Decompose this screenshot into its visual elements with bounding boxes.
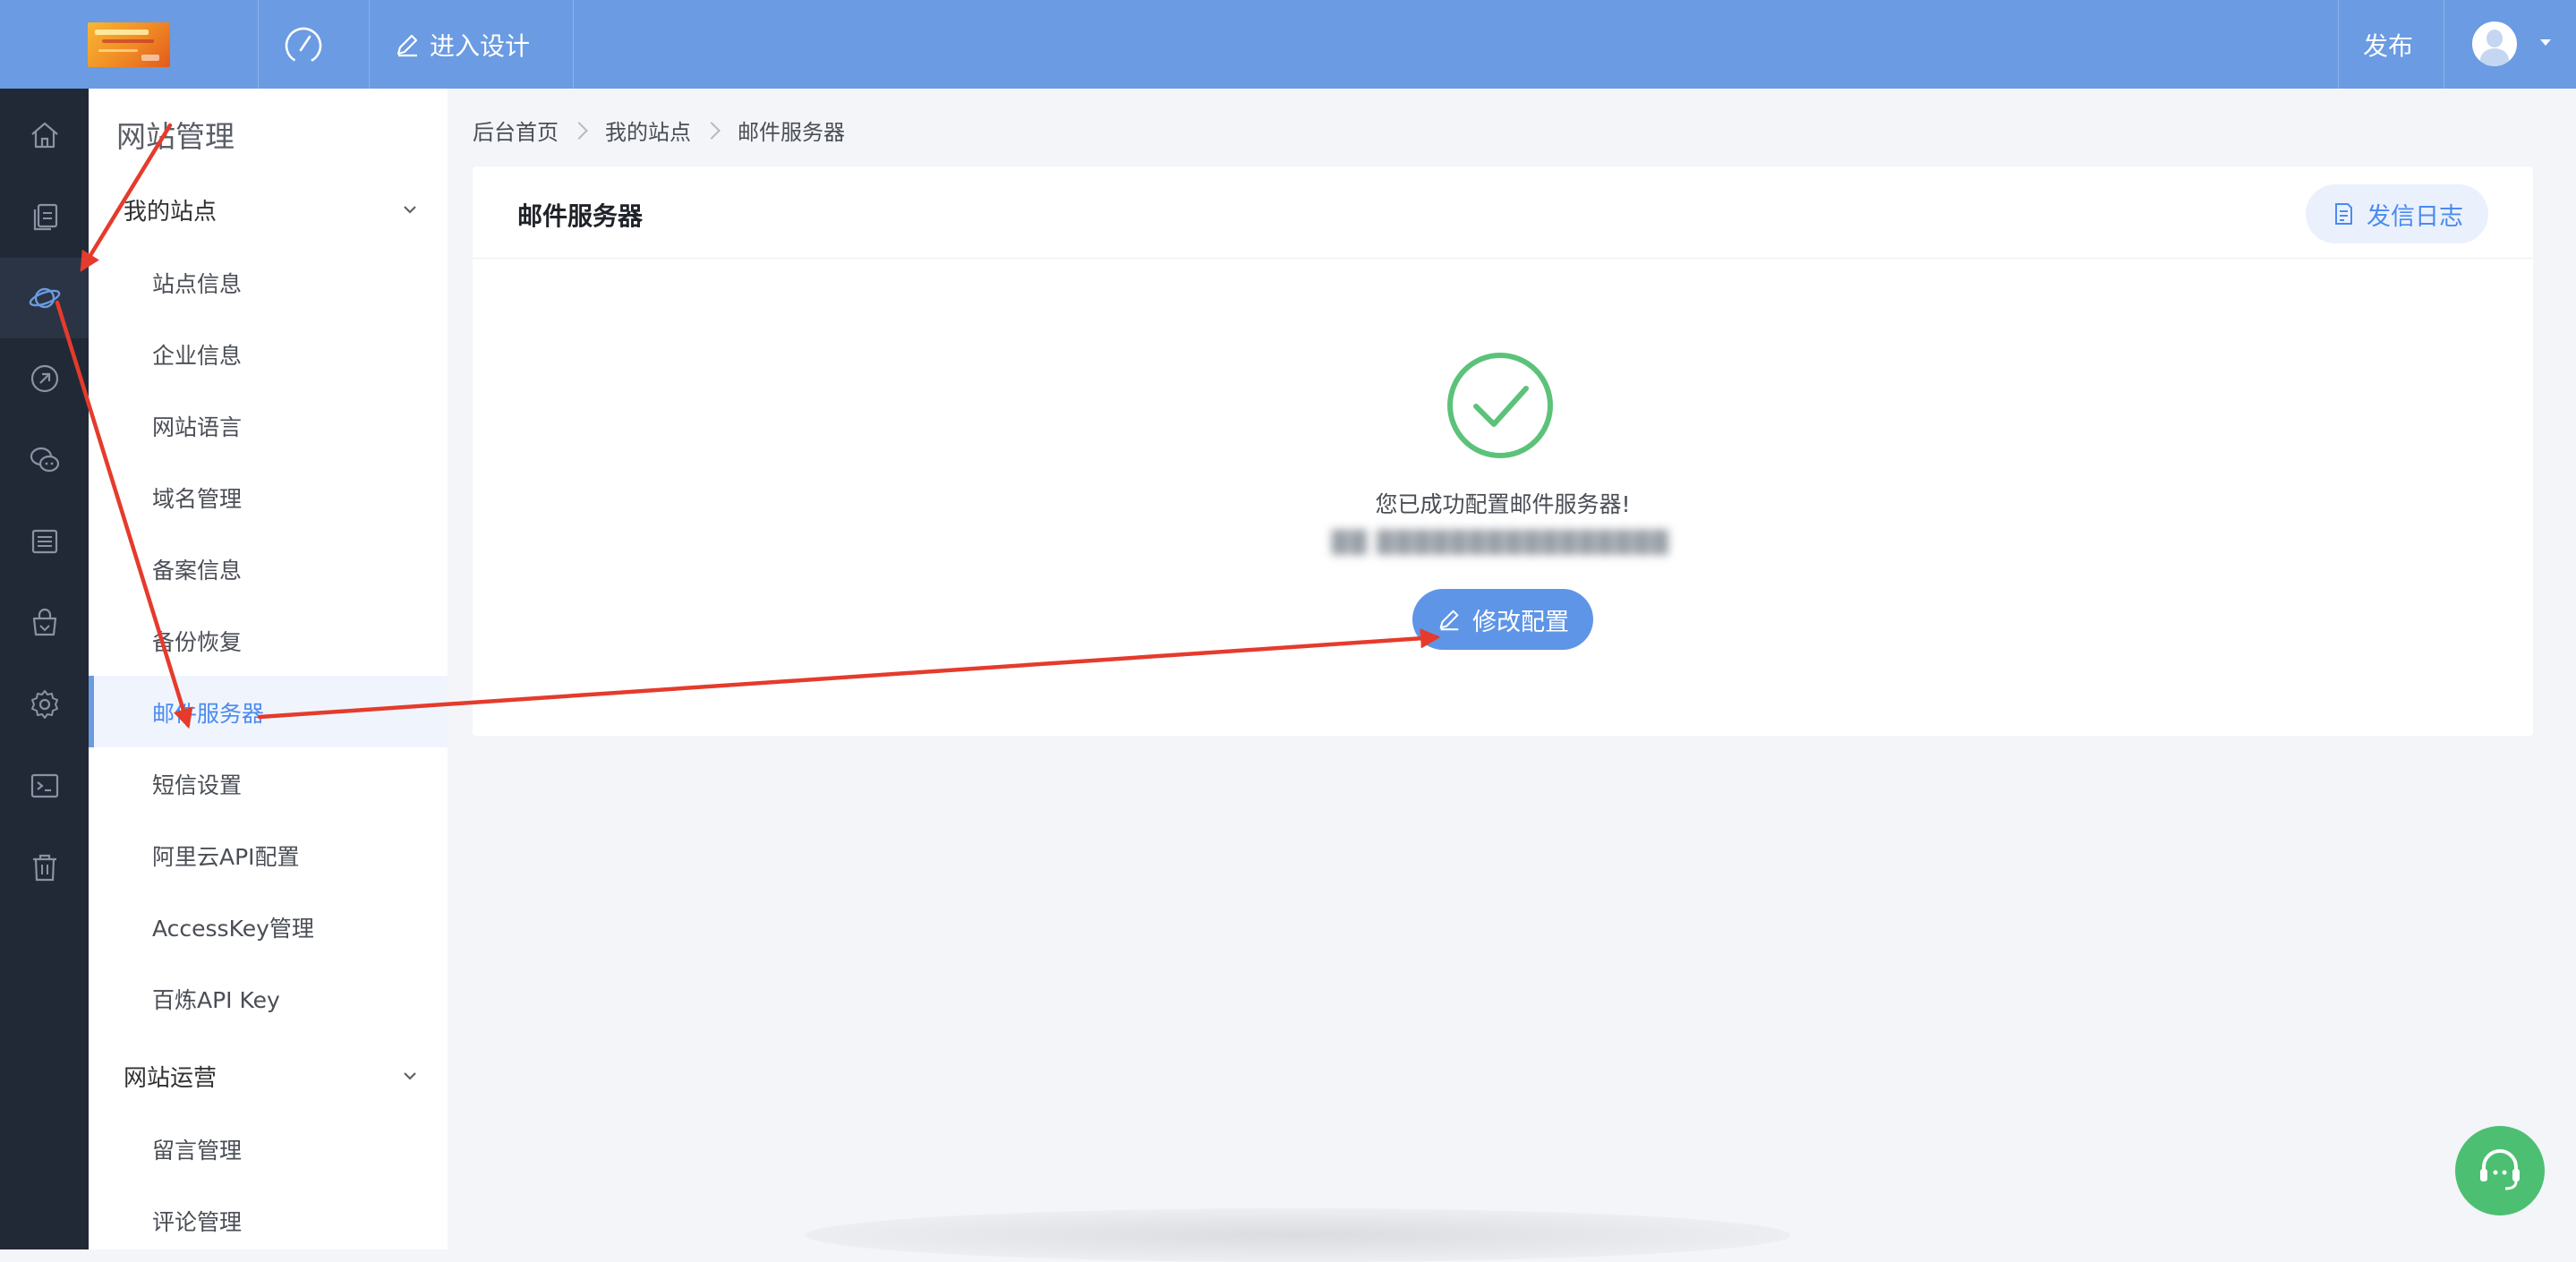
menu-item-messages[interactable]: 留言管理 bbox=[89, 1113, 448, 1184]
menu-item-label: 百炼API Key bbox=[152, 987, 280, 1013]
success-message: 您已成功配置邮件服务器! bbox=[1375, 491, 1631, 517]
rail-pages[interactable] bbox=[0, 176, 89, 257]
menu-item-comments[interactable]: 评论管理 bbox=[89, 1184, 448, 1256]
rail-trash[interactable] bbox=[0, 827, 89, 908]
send-log-button[interactable]: 发信日志 bbox=[2306, 184, 2488, 243]
breadcrumb-my-sites[interactable]: 我的站点 bbox=[605, 115, 691, 146]
mail-server-card: 邮件服务器 发信日志 您已成功配置邮件服务器! ██ █████████████… bbox=[473, 166, 2533, 736]
chevron-right-icon bbox=[703, 121, 721, 140]
menu-item-site-info[interactable]: 站点信息 bbox=[89, 246, 448, 318]
icon-rail bbox=[0, 89, 89, 1249]
headset-icon bbox=[2480, 1149, 2520, 1190]
success-check-icon bbox=[1447, 353, 1553, 458]
menu-group-operations[interactable]: 网站运营 bbox=[124, 1060, 217, 1093]
menu-item-company-info[interactable]: 企业信息 bbox=[89, 318, 448, 389]
terminal-icon bbox=[30, 773, 58, 798]
menu-item-icp[interactable]: 备案信息 bbox=[89, 533, 448, 604]
link-icon bbox=[30, 364, 58, 393]
menu-item-sms[interactable]: 短信设置 bbox=[89, 747, 448, 819]
pencil-icon bbox=[397, 34, 418, 57]
breadcrumb: 后台首页 我的站点 邮件服务器 bbox=[473, 115, 845, 146]
enter-design-button[interactable]: 进入设计 bbox=[394, 25, 530, 64]
publish-button[interactable]: 发布 bbox=[2363, 27, 2413, 63]
card-header: 邮件服务器 发信日志 bbox=[473, 166, 2533, 259]
site-logo[interactable] bbox=[88, 22, 170, 67]
menu-item-label: 备份恢复 bbox=[152, 629, 243, 655]
list-icon bbox=[31, 529, 57, 554]
menu-item-domain[interactable]: 域名管理 bbox=[89, 461, 448, 533]
menu-item-label: AccessKey管理 bbox=[152, 916, 314, 942]
chevron-down-icon[interactable] bbox=[401, 1067, 419, 1085]
breadcrumb-current: 邮件服务器 bbox=[738, 120, 845, 145]
edit-config-label: 修改配置 bbox=[1472, 608, 1569, 636]
menu-title: 网站管理 bbox=[116, 119, 235, 154]
topbar-divider bbox=[2338, 0, 2339, 89]
pages-icon bbox=[33, 203, 57, 231]
rail-home[interactable] bbox=[0, 95, 89, 175]
topbar-divider bbox=[258, 0, 259, 89]
menu-item-backup[interactable]: 备份恢复 bbox=[89, 604, 448, 676]
menu-item-label: 域名管理 bbox=[152, 486, 243, 512]
menu-item-label: 企业信息 bbox=[152, 343, 243, 369]
store-icon bbox=[32, 608, 56, 636]
rail-site-management[interactable] bbox=[0, 258, 89, 338]
menu-item-label: 站点信息 bbox=[152, 271, 243, 297]
menu-item-site-language[interactable]: 网站语言 bbox=[89, 389, 448, 461]
rail-wechat[interactable] bbox=[0, 420, 89, 500]
edit-config-button[interactable]: 修改配置 bbox=[1412, 589, 1593, 650]
rail-settings[interactable] bbox=[0, 664, 89, 745]
enter-design-label: 进入设计 bbox=[430, 31, 531, 61]
menu-item-label: 邮件服务器 bbox=[152, 701, 265, 727]
configured-email-blurred: ██ ████████████████ bbox=[1332, 530, 1670, 555]
menu-item-bailian-key[interactable]: 百炼API Key bbox=[89, 962, 448, 1034]
menu-item-aliyun-api[interactable]: 阿里云API配置 bbox=[89, 819, 448, 891]
card-title: 邮件服务器 bbox=[517, 201, 644, 231]
menu-item-label: 留言管理 bbox=[152, 1138, 243, 1164]
menu-item-label: 网站语言 bbox=[152, 414, 243, 440]
menu-item-label: 备案信息 bbox=[152, 558, 243, 584]
rail-terminal[interactable] bbox=[0, 746, 89, 826]
chevron-down-icon[interactable] bbox=[401, 200, 419, 218]
menu-item-label: 阿里云API配置 bbox=[152, 844, 300, 870]
send-log-label: 发信日志 bbox=[2367, 202, 2463, 231]
pencil-icon bbox=[1439, 610, 1459, 631]
menu-item-label: 评论管理 bbox=[152, 1209, 243, 1235]
rail-store[interactable] bbox=[0, 583, 89, 663]
menu-item-mail-server[interactable]: 邮件服务器 bbox=[89, 676, 448, 747]
menu-item-label: 短信设置 bbox=[152, 772, 243, 798]
planet-icon bbox=[29, 287, 60, 309]
document-icon bbox=[2335, 203, 2352, 225]
dashboard-gauge-icon[interactable] bbox=[281, 23, 326, 68]
top-bar: 进入设计 发布 bbox=[0, 0, 2576, 89]
rail-list[interactable] bbox=[0, 501, 89, 582]
menu-item-accesskey[interactable]: AccessKey管理 bbox=[89, 891, 448, 962]
menu-group-my-sites[interactable]: 我的站点 bbox=[124, 193, 217, 226]
breadcrumb-home[interactable]: 后台首页 bbox=[473, 115, 559, 146]
page-bottom-shadow bbox=[806, 1208, 1790, 1262]
gear-icon bbox=[30, 690, 58, 719]
support-chat-button[interactable] bbox=[2455, 1126, 2545, 1215]
trash-icon bbox=[32, 854, 56, 882]
topbar-divider bbox=[573, 0, 574, 89]
home-icon bbox=[30, 122, 58, 149]
chevron-right-icon bbox=[570, 121, 588, 140]
user-avatar[interactable] bbox=[2472, 21, 2517, 66]
rail-links[interactable] bbox=[0, 338, 89, 419]
topbar-divider bbox=[369, 0, 370, 89]
chevron-down-icon[interactable] bbox=[2540, 39, 2551, 46]
wechat-icon bbox=[30, 447, 59, 473]
